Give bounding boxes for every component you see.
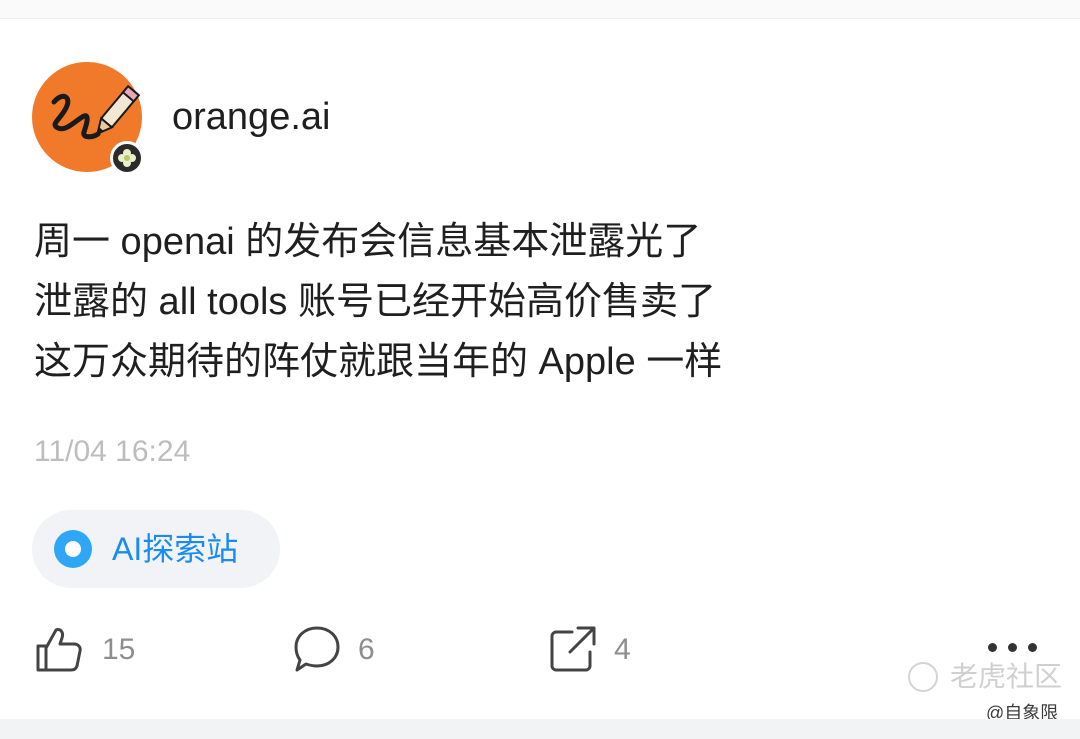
watermark-text: 老虎社区 (950, 661, 1063, 692)
comment-icon (294, 626, 340, 672)
like-button[interactable]: 15 (34, 622, 144, 678)
flower-badge-icon (110, 141, 144, 175)
author-name[interactable]: orange.ai (172, 94, 330, 140)
comment-button[interactable]: 6 (292, 622, 392, 678)
like-icon (36, 628, 82, 672)
share-icon (550, 626, 596, 672)
top-divider (0, 0, 1080, 19)
watermark-logo-icon (908, 662, 938, 692)
post-line: 泄露的 all tools 账号已经开始高价售卖了 (34, 281, 716, 323)
topic-tag-button[interactable]: AI探索站 (32, 510, 280, 588)
topic-dot-icon (54, 530, 92, 568)
watermark: 老虎社区 (908, 660, 1068, 696)
comment-count: 6 (358, 633, 375, 666)
post-body: 周一 openai 的发布会信息基本泄露光了 泄露的 all tools 账号已… (34, 212, 1034, 392)
share-button[interactable]: 4 (548, 622, 648, 678)
more-icon[interactable] (988, 640, 1040, 656)
post-line: 周一 openai 的发布会信息基本泄露光了 (34, 221, 702, 263)
post-line: 这万众期待的阵仗就跟当年的 Apple 一样 (34, 341, 723, 383)
share-count: 4 (614, 633, 631, 666)
bottom-divider (0, 719, 1080, 739)
topic-label: AI探索站 (112, 531, 239, 567)
post-timestamp: 11/04 16:24 (34, 435, 191, 468)
like-count: 15 (102, 633, 136, 666)
